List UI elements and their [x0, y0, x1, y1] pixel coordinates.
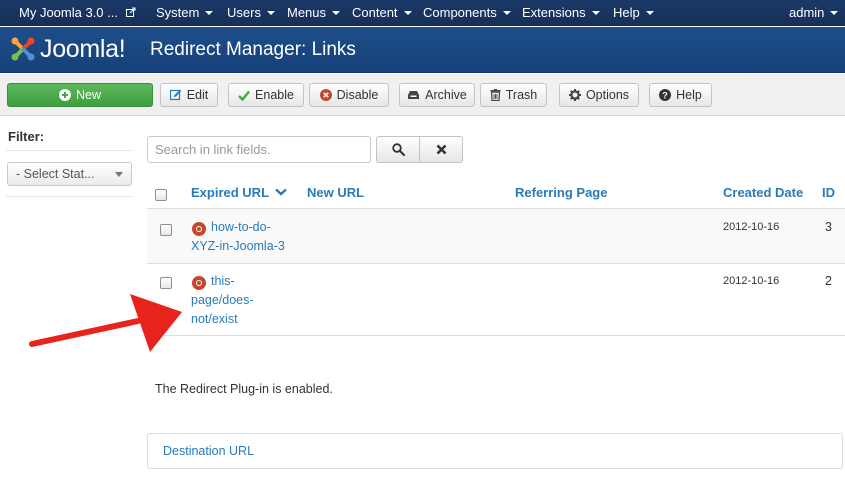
menu-extensions-label: Extensions — [522, 5, 586, 20]
new-button-label: New — [75, 88, 101, 102]
expired-url-header-label: Expired URL — [191, 185, 269, 200]
question-circle-icon: ? — [659, 89, 672, 101]
chevron-down-icon — [403, 10, 412, 15]
checkmark-icon — [238, 90, 250, 101]
chevron-down-icon — [332, 10, 341, 15]
filter-label: Filter: — [8, 129, 45, 144]
chevron-down-icon — [205, 10, 214, 15]
page-title: Redirect Manager: Links — [150, 39, 356, 60]
enable-button[interactable]: Enable — [228, 83, 304, 107]
user-menu[interactable]: admin — [789, 0, 839, 26]
search-button[interactable] — [376, 136, 420, 163]
row-checkbox[interactable] — [160, 277, 172, 289]
menu-system-label: System — [156, 5, 200, 20]
edit-button[interactable]: Edit — [160, 83, 218, 107]
menu-content-label: Content — [352, 5, 398, 20]
menu-help[interactable]: Help — [613, 0, 654, 26]
archive-button[interactable]: Archive — [399, 83, 475, 107]
divider — [6, 150, 133, 151]
divider — [147, 335, 845, 336]
search-icon — [391, 143, 405, 156]
chevron-down-icon — [115, 172, 123, 177]
status-filter-value: - Select Stat... — [16, 167, 95, 181]
trash-button-label: Trash — [505, 88, 538, 102]
archive-button-label: Archive — [425, 88, 467, 102]
menu-system[interactable]: System — [156, 0, 214, 26]
menu-users[interactable]: Users — [227, 0, 275, 26]
menu-menus-label: Menus — [287, 5, 327, 20]
menu-users-label: Users — [227, 5, 261, 20]
search-input[interactable] — [147, 136, 371, 163]
column-header-new-url[interactable]: New URL — [307, 185, 364, 200]
chevron-down-icon — [645, 10, 654, 15]
joomla-logo[interactable]: Joomla! — [10, 33, 126, 65]
created-date: 2012-10-16 — [723, 221, 780, 233]
site-name-link[interactable]: My Joomla 3.0 ... — [19, 0, 136, 26]
destination-url-toggle[interactable]: Destination URL — [163, 444, 254, 458]
divider — [6, 196, 133, 197]
options-button[interactable]: Options — [559, 83, 639, 107]
menu-content[interactable]: Content — [352, 0, 412, 26]
row-checkbox[interactable] — [160, 224, 172, 236]
help-button[interactable]: ? Help — [649, 83, 712, 107]
logo-text: Joomla! — [40, 34, 126, 63]
joomla-logo-icon — [11, 37, 35, 61]
cancel-circle-icon — [319, 89, 332, 101]
disable-button-label: Disable — [336, 88, 379, 102]
plugin-status-message: The Redirect Plug-in is enabled. — [155, 382, 333, 396]
menu-help-label: Help — [613, 5, 640, 20]
svg-text:?: ? — [662, 90, 668, 100]
site-name-label: My Joomla 3.0 ... — [19, 5, 118, 20]
trash-button[interactable]: Trash — [480, 83, 547, 107]
chevron-down-icon — [591, 10, 600, 15]
column-header-id[interactable]: ID — [822, 185, 835, 200]
menu-menus[interactable]: Menus — [287, 0, 341, 26]
trash-icon — [490, 89, 501, 101]
gear-icon — [568, 89, 581, 101]
help-button-label: Help — [676, 88, 702, 102]
created-date: 2012-10-16 — [723, 275, 780, 287]
expired-url-link[interactable]: this-page/does-not/exist — [191, 272, 281, 329]
column-header-referring-page[interactable]: Referring Page — [515, 185, 607, 200]
select-all-checkbox[interactable] — [155, 189, 167, 201]
menu-components[interactable]: Components — [423, 0, 511, 26]
status-filter-select[interactable]: - Select Stat... — [7, 162, 132, 186]
row-id: 3 — [825, 220, 832, 234]
chevron-down-icon — [266, 10, 275, 15]
expired-url-link[interactable]: how-to-do-XYZ-in-Joomla-3 — [191, 218, 291, 256]
menu-extensions[interactable]: Extensions — [522, 0, 600, 26]
edit-button-label: Edit — [186, 88, 209, 102]
page-header: Joomla! Redirect Manager: Links — [0, 27, 845, 73]
close-icon — [436, 144, 446, 155]
top-menu-bar: My Joomla 3.0 ... System Users Menus Con… — [0, 0, 845, 26]
menu-components-label: Components — [423, 5, 497, 20]
options-button-label: Options — [585, 88, 630, 102]
row-id: 2 — [825, 274, 832, 288]
new-button[interactable]: New — [7, 83, 153, 107]
disable-button[interactable]: Disable — [309, 83, 389, 107]
plus-circle-icon — [58, 89, 71, 101]
chevron-down-icon — [275, 188, 288, 196]
divider — [147, 263, 845, 264]
enable-button-label: Enable — [255, 88, 294, 102]
chevron-down-icon — [502, 10, 511, 15]
edit-icon — [169, 89, 182, 101]
user-menu-label: admin — [789, 5, 825, 20]
column-header-expired-url[interactable]: Expired URL — [191, 185, 288, 200]
toolbar: New Edit Enable Disable Archive Trash Op… — [0, 74, 845, 116]
redirect-manager-page: My Joomla 3.0 ... System Users Menus Con… — [0, 0, 845, 488]
external-link-icon — [125, 7, 136, 18]
archive-icon — [408, 91, 420, 99]
clear-search-button[interactable] — [419, 136, 463, 163]
chevron-down-icon — [830, 10, 839, 15]
column-header-created-date[interactable]: Created Date — [723, 185, 803, 200]
